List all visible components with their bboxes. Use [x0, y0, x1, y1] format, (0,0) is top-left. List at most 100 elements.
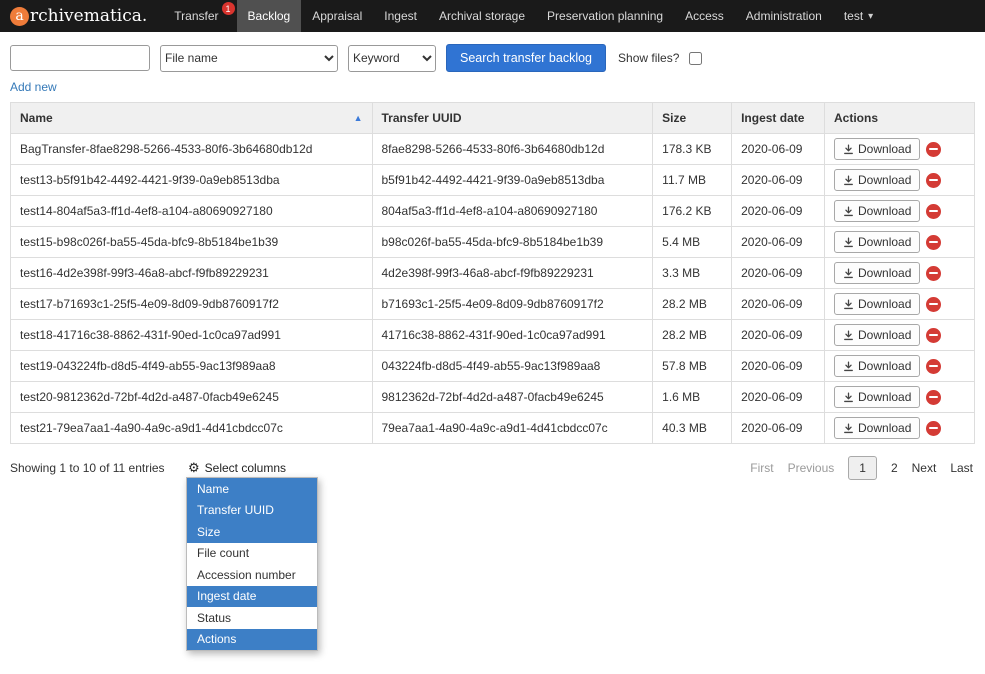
remove-icon[interactable]	[926, 235, 941, 250]
table-row: test20-9812362d-72bf-4d2d-a487-0facb49e6…	[11, 382, 975, 413]
table-row: test21-79ea7aa1-4a90-4a9c-a9d1-4d41cbdcc…	[11, 413, 975, 444]
download-label: Download	[858, 266, 911, 280]
download-label: Download	[858, 328, 911, 342]
remove-icon[interactable]	[926, 142, 941, 157]
table-row: test19-043224fb-d8d5-4f49-ab55-9ac13f989…	[11, 351, 975, 382]
nav-item-test[interactable]: test▾	[833, 0, 884, 32]
table-row: test18-41716c38-8862-431f-90ed-1c0ca97ad…	[11, 320, 975, 351]
column-header-label: Ingest date	[741, 111, 804, 125]
download-button[interactable]: Download	[834, 324, 920, 346]
remove-icon[interactable]	[926, 390, 941, 405]
nav-item-backlog[interactable]: Backlog	[237, 0, 302, 32]
top-navbar: archivematica. Transfer1Backlog Appraisal…	[0, 0, 985, 32]
remove-icon[interactable]	[926, 204, 941, 219]
search-transfer-backlog-button[interactable]: Search transfer backlog	[446, 44, 606, 72]
page-first[interactable]: First	[750, 461, 773, 475]
column-option-size[interactable]: Size	[187, 521, 317, 543]
download-label: Download	[858, 235, 911, 249]
column-option-actions[interactable]: Actions	[187, 629, 317, 651]
nav-item-archival-storage[interactable]: Archival storage	[428, 0, 536, 32]
cell-transfer-uuid: b5f91b42-4492-4421-9f39-0a9eb8513dba	[372, 165, 653, 196]
nav-item-label: Appraisal	[312, 9, 362, 23]
download-icon	[843, 361, 854, 372]
column-option-file-count[interactable]: File count	[187, 543, 317, 565]
table-row: test14-804af5a3-ff1d-4ef8-a104-a80690927…	[11, 196, 975, 227]
cell-transfer-uuid: 8fae8298-5266-4533-80f6-3b64680db12d	[372, 134, 653, 165]
select-columns-button[interactable]: ⚙ Select columns	[188, 460, 286, 476]
cell-size: 57.8 MB	[653, 351, 732, 382]
show-files-checkbox[interactable]	[689, 52, 702, 65]
column-option-accession-number[interactable]: Accession number	[187, 564, 317, 586]
download-button[interactable]: Download	[834, 262, 920, 284]
page-previous[interactable]: Previous	[788, 461, 835, 475]
column-option-transfer-uuid[interactable]: Transfer UUID	[187, 500, 317, 522]
search-type-select[interactable]: Keyword	[348, 45, 436, 72]
nav-item-appraisal[interactable]: Appraisal	[301, 0, 373, 32]
column-header-label: Transfer UUID	[382, 111, 462, 125]
cell-name: test18-41716c38-8862-431f-90ed-1c0ca97ad…	[11, 320, 373, 351]
download-button[interactable]: Download	[834, 417, 920, 439]
cell-size: 28.2 MB	[653, 320, 732, 351]
page-next[interactable]: Next	[912, 461, 937, 475]
column-header-ingest-date[interactable]: Ingest date	[732, 103, 825, 134]
download-button[interactable]: Download	[834, 386, 920, 408]
nav-item-transfer[interactable]: Transfer1	[163, 0, 236, 32]
nav-item-preservation-planning[interactable]: Preservation planning	[536, 0, 674, 32]
nav-item-label: Preservation planning	[547, 9, 663, 23]
column-header-size[interactable]: Size	[653, 103, 732, 134]
cell-ingest-date: 2020-06-09	[732, 351, 825, 382]
remove-icon[interactable]	[926, 421, 941, 436]
remove-icon[interactable]	[926, 359, 941, 374]
download-button[interactable]: Download	[834, 355, 920, 377]
download-button[interactable]: Download	[834, 231, 920, 253]
column-header-name[interactable]: Name ▲	[11, 103, 373, 134]
download-label: Download	[858, 297, 911, 311]
download-button[interactable]: Download	[834, 138, 920, 160]
page-last[interactable]: Last	[950, 461, 973, 475]
cell-size: 176.2 KB	[653, 196, 732, 227]
cell-transfer-uuid: b98c026f-ba55-45da-bfc9-8b5184be1b39	[372, 227, 653, 258]
app-logo[interactable]: archivematica.	[10, 0, 147, 32]
page-2[interactable]: 2	[891, 461, 898, 475]
download-icon	[843, 392, 854, 403]
cell-ingest-date: 2020-06-09	[732, 227, 825, 258]
download-button[interactable]: Download	[834, 200, 920, 222]
table-row: BagTransfer-8fae8298-5266-4533-80f6-3b64…	[11, 134, 975, 165]
search-input[interactable]	[10, 45, 150, 71]
nav-item-ingest[interactable]: Ingest	[373, 0, 428, 32]
remove-icon[interactable]	[926, 173, 941, 188]
logo-text: rchivematica.	[30, 6, 147, 26]
search-field-select[interactable]: File name	[160, 45, 338, 72]
page-1[interactable]: 1	[848, 456, 877, 480]
cell-ingest-date: 2020-06-09	[732, 134, 825, 165]
column-header-actions[interactable]: Actions	[825, 103, 975, 134]
column-option-ingest-date[interactable]: Ingest date	[187, 586, 317, 608]
cell-size: 11.7 MB	[653, 165, 732, 196]
download-button[interactable]: Download	[834, 293, 920, 315]
remove-icon[interactable]	[926, 297, 941, 312]
nav-item-label: Access	[685, 9, 724, 23]
nav-item-access[interactable]: Access	[674, 0, 735, 32]
cell-size: 28.2 MB	[653, 289, 732, 320]
download-button[interactable]: Download	[834, 169, 920, 191]
nav-item-label: Ingest	[384, 9, 417, 23]
cell-transfer-uuid: b71693c1-25f5-4e09-8d09-9db8760917f2	[372, 289, 653, 320]
select-columns-label: Select columns	[205, 461, 286, 475]
download-icon	[843, 330, 854, 341]
column-header-label: Name	[20, 111, 53, 125]
remove-icon[interactable]	[926, 328, 941, 343]
cell-transfer-uuid: 4d2e398f-99f3-46a8-abcf-f9fb89229231	[372, 258, 653, 289]
sort-ascending-icon: ▲	[354, 113, 363, 123]
column-option-status[interactable]: Status	[187, 607, 317, 629]
column-header-transfer-uuid[interactable]: Transfer UUID	[372, 103, 653, 134]
show-files-toggle[interactable]: Show files?	[618, 49, 705, 68]
remove-icon[interactable]	[926, 266, 941, 281]
column-option-name[interactable]: Name	[187, 478, 317, 500]
add-new-link[interactable]: Add new	[10, 80, 57, 94]
main-navigation: Transfer1Backlog Appraisal Ingest Archival …	[163, 0, 884, 32]
nav-item-administration[interactable]: Administration	[735, 0, 833, 32]
cell-transfer-uuid: 9812362d-72bf-4d2d-a487-0facb49e6245	[372, 382, 653, 413]
cell-ingest-date: 2020-06-09	[732, 196, 825, 227]
cell-name: test19-043224fb-d8d5-4f49-ab55-9ac13f989…	[11, 351, 373, 382]
cell-size: 5.4 MB	[653, 227, 732, 258]
